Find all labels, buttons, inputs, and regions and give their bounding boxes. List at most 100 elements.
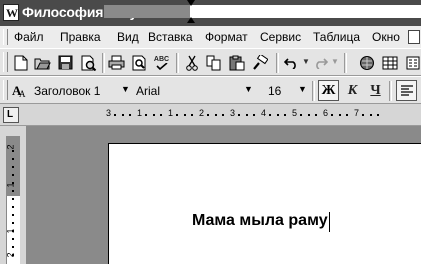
- vertical-ruler-dot: [12, 246, 14, 248]
- document-window-icon[interactable]: [408, 30, 420, 44]
- menu-table[interactable]: Таблица: [313, 30, 360, 44]
- vertical-ruler-dot: [12, 150, 14, 152]
- menu-edit[interactable]: Правка: [60, 30, 101, 44]
- align-left-button[interactable]: [396, 80, 417, 101]
- text-cursor: [329, 212, 330, 232]
- vertical-ruler-dot: [12, 182, 14, 184]
- ruler-dot: [191, 114, 194, 116]
- align-left-icon: [400, 84, 413, 96]
- standard-toolbar: ABC ▼ ▼: [0, 48, 421, 76]
- document-page[interactable]: [108, 143, 421, 264]
- ruler-dot: [160, 114, 163, 116]
- menu-window[interactable]: Окно: [372, 30, 400, 44]
- open-folder-icon[interactable]: [34, 54, 51, 71]
- spellcheck-icon[interactable]: ABC: [153, 54, 170, 71]
- vertical-ruler-number: 2: [5, 144, 16, 150]
- vertical-ruler-dot: [12, 230, 14, 232]
- underline-button[interactable]: Ч: [367, 82, 384, 99]
- print-preview-doc-icon[interactable]: [131, 54, 148, 71]
- document-heading-text[interactable]: Мама мыла раму: [192, 212, 328, 230]
- toolbar-separator: [176, 53, 179, 73]
- ruler-dot: [346, 114, 349, 116]
- ruler-dot: [377, 114, 380, 116]
- hanging-indent-marker[interactable]: [187, 17, 195, 23]
- ruler-dot: [214, 114, 217, 116]
- ruler-dot: [330, 114, 333, 116]
- vertical-ruler-dot: [12, 190, 14, 192]
- ruler-left-margin: [104, 5, 190, 18]
- new-document-icon[interactable]: [12, 54, 29, 71]
- menu-view[interactable]: Вид: [117, 30, 139, 44]
- copy-icon[interactable]: [205, 54, 222, 71]
- ruler-number: 1: [168, 108, 174, 118]
- first-line-indent-marker[interactable]: [187, 0, 195, 6]
- menu-format[interactable]: Формат: [205, 30, 248, 44]
- format-painter-icon[interactable]: [251, 54, 268, 71]
- vertical-ruler-dot: [12, 238, 14, 240]
- web-icon[interactable]: [358, 54, 375, 71]
- menu-file[interactable]: Файл: [14, 30, 44, 44]
- table-icon[interactable]: [381, 54, 398, 71]
- ruler-number: 3: [106, 108, 112, 118]
- print-preview-icon[interactable]: [80, 54, 97, 71]
- vertical-ruler-dot: [12, 158, 14, 160]
- vertical-ruler-dot: [12, 206, 14, 208]
- cut-icon[interactable]: [183, 54, 200, 71]
- word-app-icon[interactable]: W: [3, 4, 19, 21]
- paste-icon[interactable]: [228, 54, 245, 71]
- style-dropdown-arrow[interactable]: ▼: [121, 84, 130, 94]
- ruler-number: 3: [230, 108, 236, 118]
- bold-button[interactable]: Ж: [318, 80, 339, 101]
- columns-icon[interactable]: [404, 54, 421, 71]
- font-size-select[interactable]: 16: [268, 82, 281, 100]
- vertical-ruler-dot: [12, 166, 14, 168]
- ruler-dot: [129, 114, 132, 116]
- ruler-dot: [361, 114, 364, 116]
- toolbar-grip[interactable]: [3, 52, 8, 72]
- tab-stop-selector[interactable]: L: [3, 107, 19, 123]
- redo-icon[interactable]: [312, 54, 329, 71]
- ruler-dot: [175, 114, 178, 116]
- menu-tools[interactable]: Сервис: [260, 30, 301, 44]
- menu-grip[interactable]: [3, 29, 8, 45]
- italic-button[interactable]: К: [344, 82, 361, 99]
- ruler-dot: [144, 114, 147, 116]
- formatting-toolbar: AA Заголовок 1 ▼ Arial ▼ 16 ▼ Ж К Ч: [0, 76, 421, 104]
- styles-icon[interactable]: AA: [10, 82, 27, 99]
- toolbar-separator: [276, 53, 279, 73]
- toolbar-grip[interactable]: [3, 80, 8, 100]
- save-icon[interactable]: [57, 54, 74, 71]
- ruler-dot: [284, 114, 287, 116]
- toolbar-separator: [102, 53, 105, 73]
- ruler-dot: [338, 114, 341, 116]
- undo-icon[interactable]: [283, 54, 300, 71]
- redo-dropdown-arrow[interactable]: ▼: [331, 57, 339, 66]
- ruler-dot: [245, 114, 248, 116]
- style-select[interactable]: Заголовок 1: [34, 82, 100, 100]
- toolbar-separator: [389, 81, 392, 101]
- ruler-dot: [152, 114, 155, 116]
- ruler-dot: [307, 114, 310, 116]
- spellcheck-label: ABC: [153, 55, 170, 63]
- ruler-dot: [113, 114, 116, 116]
- undo-dropdown-arrow[interactable]: ▼: [302, 57, 310, 66]
- ruler-dot: [299, 114, 302, 116]
- ruler-dot: [369, 114, 372, 116]
- ruler-dot: [268, 114, 271, 116]
- tab-selector-glyph: L: [7, 109, 14, 120]
- ruler-dot: [276, 114, 279, 116]
- toolbar-separator: [312, 81, 315, 101]
- print-icon[interactable]: [108, 54, 125, 71]
- ruler-dot: [253, 114, 256, 116]
- font-select[interactable]: Arial: [136, 82, 160, 100]
- vertical-ruler-dot: [12, 214, 14, 216]
- ruler-dot: [315, 114, 318, 116]
- vertical-ruler-number: 1: [5, 182, 16, 188]
- font-dropdown-arrow[interactable]: ▼: [244, 84, 253, 94]
- ruler-number: 4: [261, 108, 267, 118]
- font-size-dropdown-arrow[interactable]: ▼: [298, 84, 307, 94]
- ruler-number: 6: [323, 108, 329, 118]
- menu-insert[interactable]: Вставка: [148, 30, 193, 44]
- vertical-ruler-dot: [12, 254, 14, 256]
- vertical-ruler-dot: [12, 174, 14, 176]
